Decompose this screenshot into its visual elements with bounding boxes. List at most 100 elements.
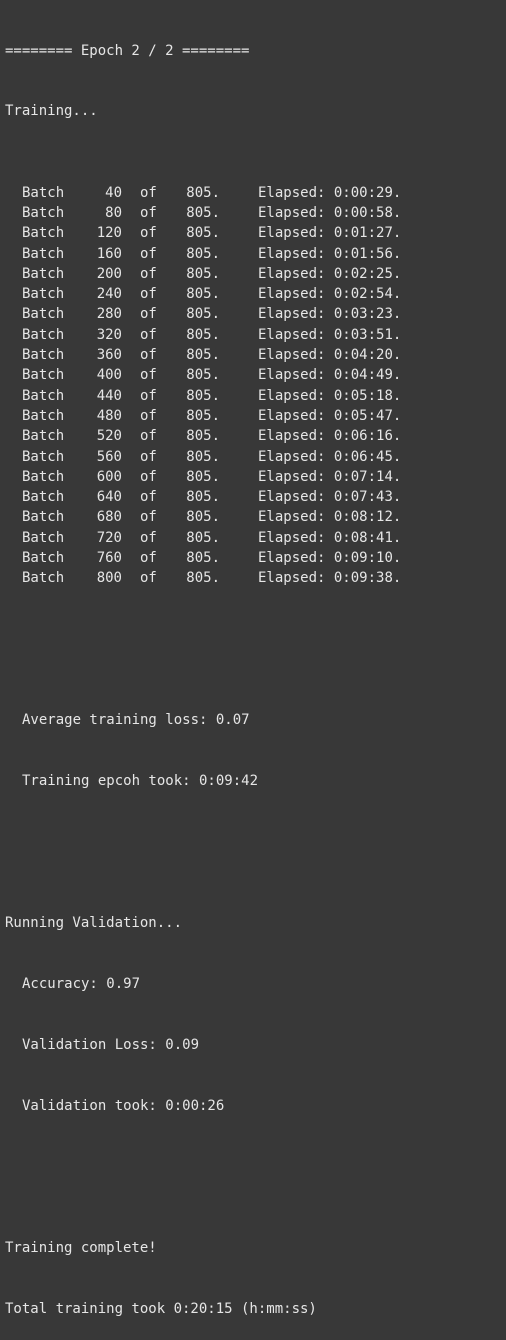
batch-row: Batch 640 of 805. Elapsed: 0:07:43. bbox=[5, 487, 505, 507]
of-word: of bbox=[140, 184, 157, 201]
of-word: of bbox=[140, 407, 157, 424]
total-batches: 805. bbox=[186, 367, 220, 384]
elapsed-word: Elapsed: bbox=[258, 245, 326, 262]
elapsed-time: 0:04:49. bbox=[333, 367, 402, 384]
avg-training-loss: Average training loss: 0.07 bbox=[5, 710, 505, 730]
batch-number: 120 bbox=[96, 225, 122, 242]
batch-word: Batch bbox=[22, 407, 65, 424]
elapsed-time: 0:02:25. bbox=[333, 265, 402, 282]
total-batches: 805. bbox=[186, 570, 220, 587]
avg-training-loss-text: Average training loss: 0.07 bbox=[22, 712, 250, 729]
batch-row: Batch 240 of 805. Elapsed: 0:02:54. bbox=[5, 284, 505, 304]
elapsed-time: 0:03:51. bbox=[333, 326, 402, 343]
elapsed-word: Elapsed: bbox=[258, 550, 326, 567]
batch-number: 760 bbox=[96, 550, 122, 567]
batch-number: 680 bbox=[96, 509, 122, 526]
elapsed-word: Elapsed: bbox=[258, 347, 326, 364]
batch-row: Batch 120 of 805. Elapsed: 0:01:27. bbox=[5, 223, 505, 243]
batch-number: 440 bbox=[96, 387, 122, 404]
batch-word: Batch bbox=[22, 326, 65, 343]
elapsed-time: 0:08:12. bbox=[333, 509, 402, 526]
validation-header: Running Validation... bbox=[5, 915, 183, 932]
output-console: ======== Epoch 2 / 2 ======== Training..… bbox=[5, 0, 505, 1340]
batch-row: Batch 40 of 805. Elapsed: 0:00:29. bbox=[5, 183, 505, 203]
batch-number: 360 bbox=[96, 347, 122, 364]
elapsed-time: 0:09:10. bbox=[333, 550, 402, 567]
total-batches: 805. bbox=[186, 407, 220, 424]
of-word: of bbox=[140, 265, 157, 282]
batch-word: Batch bbox=[22, 306, 65, 323]
batch-row: Batch 800 of 805. Elapsed: 0:09:38. bbox=[5, 568, 505, 588]
batch-list: Batch 40 of 805. Elapsed: 0:00:29. Batch 80 of 8… bbox=[5, 183, 505, 589]
batch-word: Batch bbox=[22, 204, 65, 221]
of-word: of bbox=[140, 468, 157, 485]
of-word: of bbox=[140, 286, 157, 303]
batch-row: Batch 80 of 805. Elapsed: 0:00:58. bbox=[5, 203, 505, 223]
of-word: of bbox=[140, 387, 157, 404]
elapsed-word: Elapsed: bbox=[258, 225, 326, 242]
batch-word: Batch bbox=[22, 570, 65, 587]
of-word: of bbox=[140, 204, 157, 221]
batch-number: 40 bbox=[105, 184, 122, 201]
elapsed-time: 0:01:56. bbox=[333, 245, 402, 262]
elapsed-time: 0:02:54. bbox=[333, 286, 402, 303]
total-batches: 805. bbox=[186, 184, 220, 201]
epoch-header: ======== Epoch 2 / 2 ======== bbox=[5, 42, 250, 59]
validation-loss-text: Validation Loss: 0.09 bbox=[22, 1037, 200, 1054]
batch-number: 400 bbox=[96, 367, 122, 384]
total-batches: 805. bbox=[186, 550, 220, 567]
batch-row: Batch 560 of 805. Elapsed: 0:06:45. bbox=[5, 447, 505, 467]
batch-number: 640 bbox=[96, 489, 122, 506]
of-word: of bbox=[140, 347, 157, 364]
of-word: of bbox=[140, 245, 157, 262]
batch-row: Batch 280 of 805. Elapsed: 0:03:23. bbox=[5, 304, 505, 324]
batch-row: Batch 400 of 805. Elapsed: 0:04:49. bbox=[5, 365, 505, 385]
batch-word: Batch bbox=[22, 367, 65, 384]
batch-word: Batch bbox=[22, 509, 65, 526]
batch-row: Batch 720 of 805. Elapsed: 0:08:41. bbox=[5, 528, 505, 548]
batch-row: Batch 160 of 805. Elapsed: 0:01:56. bbox=[5, 244, 505, 264]
elapsed-time: 0:05:18. bbox=[333, 387, 402, 404]
batch-number: 480 bbox=[96, 407, 122, 424]
batch-row: Batch 320 of 805. Elapsed: 0:03:51. bbox=[5, 325, 505, 345]
total-batches: 805. bbox=[186, 225, 220, 242]
batch-word: Batch bbox=[22, 448, 65, 465]
of-word: of bbox=[140, 509, 157, 526]
batch-number: 600 bbox=[96, 468, 122, 485]
batch-word: Batch bbox=[22, 387, 65, 404]
elapsed-time: 0:00:58. bbox=[333, 204, 402, 221]
total-batches: 805. bbox=[186, 204, 220, 221]
batch-number: 200 bbox=[96, 265, 122, 282]
total-training-time: Total training took 0:20:15 (h:mm:ss) bbox=[5, 1301, 317, 1317]
elapsed-word: Elapsed: bbox=[258, 489, 326, 506]
elapsed-word: Elapsed: bbox=[258, 387, 326, 404]
elapsed-time: 0:05:47. bbox=[333, 407, 402, 424]
total-batches: 805. bbox=[186, 529, 220, 546]
total-batches: 805. bbox=[186, 468, 220, 485]
batch-number: 560 bbox=[96, 448, 122, 465]
validation-time: Validation took: 0:00:26 bbox=[5, 1096, 505, 1116]
batch-number: 520 bbox=[96, 428, 122, 445]
batch-row: Batch 760 of 805. Elapsed: 0:09:10. bbox=[5, 548, 505, 568]
batch-number: 800 bbox=[96, 570, 122, 587]
elapsed-word: Elapsed: bbox=[258, 306, 326, 323]
batch-word: Batch bbox=[22, 468, 65, 485]
elapsed-word: Elapsed: bbox=[258, 367, 326, 384]
elapsed-word: Elapsed: bbox=[258, 428, 326, 445]
elapsed-time: 0:09:38. bbox=[333, 570, 402, 587]
elapsed-word: Elapsed: bbox=[258, 529, 326, 546]
batch-word: Batch bbox=[22, 225, 65, 242]
